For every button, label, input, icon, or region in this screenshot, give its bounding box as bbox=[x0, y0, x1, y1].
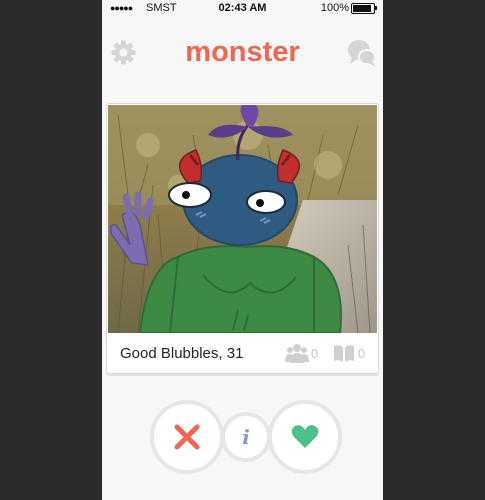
battery-percent: 100% bbox=[320, 2, 349, 14]
heart-icon bbox=[291, 425, 319, 448]
x-icon bbox=[174, 424, 200, 450]
friends-stat: 0 bbox=[285, 343, 318, 365]
dislike-button[interactable] bbox=[150, 400, 224, 474]
info-icon: i bbox=[242, 425, 250, 449]
chat-bubbles-icon[interactable] bbox=[347, 38, 377, 68]
group-icon bbox=[285, 344, 309, 363]
profile-card[interactable]: Good Blubbles, 31 0 0 bbox=[106, 103, 379, 374]
status-bar: ●●●●● SMST 02:43 AM 100% bbox=[102, 0, 383, 16]
interests-count: 0 bbox=[358, 345, 366, 361]
friends-count: 0 bbox=[311, 345, 319, 361]
profile-name-age: Good Blubbles, 31 bbox=[120, 345, 244, 362]
action-bar: i bbox=[102, 400, 383, 480]
interests-stat: 0 bbox=[332, 343, 365, 365]
battery-icon bbox=[351, 3, 377, 14]
phone-screen: ●●●●● SMST 02:43 AM 100% monster Good Bl… bbox=[102, 0, 383, 500]
book-icon bbox=[334, 345, 354, 362]
profile-photo bbox=[108, 105, 377, 333]
like-button[interactable] bbox=[268, 400, 342, 474]
info-button[interactable]: i bbox=[221, 412, 271, 462]
app-logo: monster bbox=[185, 36, 300, 68]
